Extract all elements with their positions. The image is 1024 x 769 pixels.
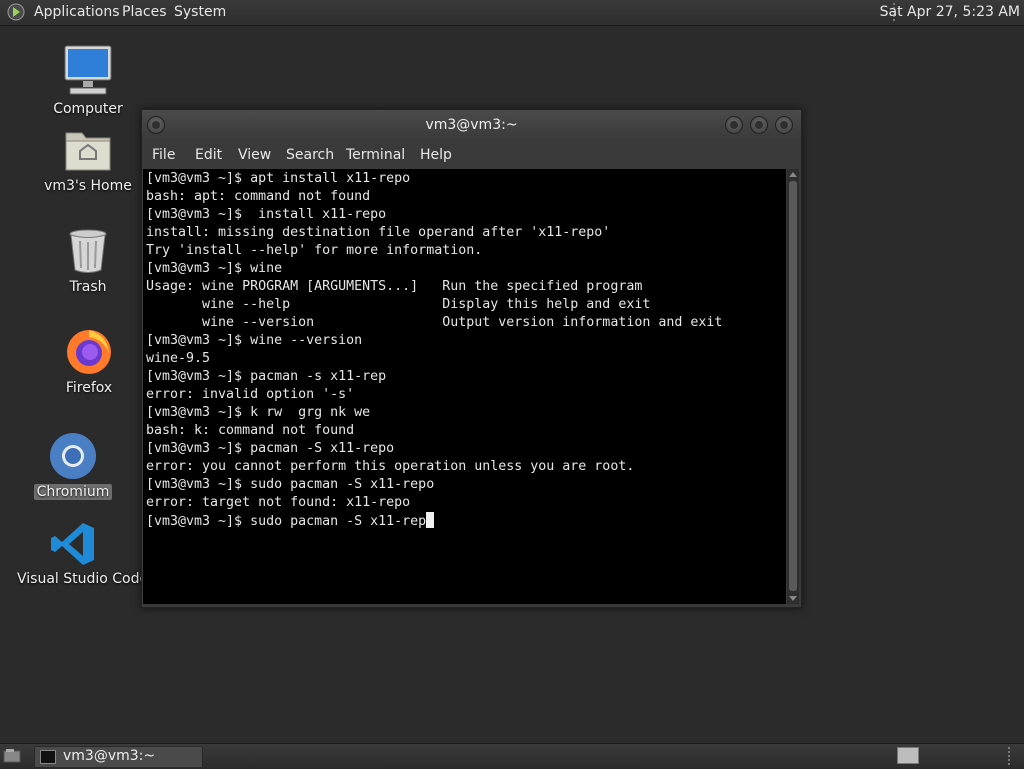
- scroll-up-arrow-icon[interactable]: [789, 172, 797, 177]
- menu-file[interactable]: File: [152, 147, 175, 163]
- terminal-scrollbar[interactable]: [787, 169, 799, 604]
- workspace-switcher[interactable]: [897, 747, 919, 764]
- terminal-line: [vm3@vm3 ~]$ sudo pacman -S x11-repo: [146, 477, 435, 492]
- desktop-icon-home[interactable]: vm3's Home: [28, 125, 148, 194]
- terminal-input-line[interactable]: [vm3@vm3 ~]$ sudo pacman -S x11-rep: [146, 514, 426, 529]
- close-button[interactable]: [775, 116, 793, 134]
- computer-icon: [64, 45, 112, 95]
- maximize-button[interactable]: [750, 116, 768, 134]
- terminal-line: error: you cannot perform this operation…: [146, 459, 635, 474]
- taskbar-terminal-button[interactable]: vm3@vm3:~: [34, 746, 203, 768]
- desktop-icon-label: Computer: [53, 101, 123, 117]
- desktop-icon-chromium[interactable]: Chromium: [13, 431, 133, 500]
- panel-handle: [1008, 747, 1013, 765]
- top-panel: Applications Places System Sat Apr 27, 5…: [0, 0, 1024, 26]
- terminal-lines: [vm3@vm3 ~]$ apt install x11-repo bash: …: [146, 171, 722, 510]
- menu-places[interactable]: Places: [122, 4, 167, 20]
- bottom-panel: vm3@vm3:~: [0, 743, 1024, 769]
- text-cursor: [426, 512, 435, 528]
- desktop-icon-computer[interactable]: Computer: [28, 44, 148, 117]
- terminal-line: bash: k: command not found: [146, 423, 355, 438]
- terminal-line: [vm3@vm3 ~]$ install x11-repo: [146, 207, 387, 222]
- menu-edit[interactable]: Edit: [195, 147, 222, 163]
- show-desktop-icon[interactable]: [3, 748, 21, 764]
- terminal-window[interactable]: vm3@vm3:~ File Edit View Search Terminal…: [141, 109, 802, 608]
- terminal-output[interactable]: [vm3@vm3 ~]$ apt install x11-repo bash: …: [143, 169, 786, 604]
- terminal-menubar: File Edit View Search Terminal Help: [142, 140, 801, 168]
- desktop-icon-label: Chromium: [33, 484, 113, 500]
- terminal-line: [vm3@vm3 ~]$ pacman -s x11-rep: [146, 369, 387, 384]
- terminal-line: Try 'install --help' for more informatio…: [146, 243, 483, 258]
- menu-search[interactable]: Search: [286, 147, 334, 163]
- vscode-icon: [51, 523, 94, 565]
- terminal-line: wine-9.5: [146, 351, 211, 366]
- chromium-icon: [50, 433, 96, 479]
- menu-applications[interactable]: Applications: [34, 4, 120, 20]
- desktop-icon-label: vm3's Home: [44, 178, 132, 194]
- window-titlebar[interactable]: vm3@vm3:~: [142, 110, 801, 140]
- applications-logo-icon[interactable]: [7, 3, 25, 21]
- desktop-icon-label: Firefox: [65, 380, 113, 396]
- terminal-line: wine --help Display this help and exit: [146, 297, 651, 312]
- firefox-icon: [67, 330, 111, 374]
- terminal-line: error: target not found: x11-repo: [146, 495, 411, 510]
- clock[interactable]: Sat Apr 27, 5:23 AM: [880, 4, 1020, 20]
- scrollbar-thumb[interactable]: [789, 181, 797, 591]
- terminal-text: [vm3@vm3 ~]$ apt install x11-repo bash: …: [146, 170, 722, 531]
- terminal-line: [vm3@vm3 ~]$ wine: [146, 261, 283, 276]
- terminal-line: [vm3@vm3 ~]$ k rw grg nk we: [146, 405, 371, 420]
- home-folder-icon: [65, 132, 111, 171]
- desktop-icon-label: Trash: [69, 279, 107, 295]
- taskbar-label: vm3@vm3:~: [63, 748, 156, 764]
- terminal-line: [vm3@vm3 ~]$ pacman -S x11-repo: [146, 441, 395, 456]
- desktop-icon-trash[interactable]: Trash: [28, 226, 148, 295]
- desktop-icon-firefox[interactable]: Firefox: [29, 325, 149, 396]
- terminal-icon: [40, 750, 56, 764]
- terminal-line: [vm3@vm3 ~]$ apt install x11-repo: [146, 171, 411, 186]
- terminal-line: error: invalid option '-s': [146, 387, 355, 402]
- menu-terminal[interactable]: Terminal: [346, 147, 405, 163]
- desktop-icon-vscode[interactable]: Visual Studio Code: [14, 520, 148, 587]
- trash-icon: [69, 229, 107, 273]
- desktop-icon-label: Visual Studio Code: [17, 571, 149, 587]
- terminal-line: [vm3@vm3 ~]$ wine --version: [146, 333, 363, 348]
- menu-view[interactable]: View: [238, 147, 271, 163]
- menu-system[interactable]: System: [174, 4, 226, 20]
- terminal-line: Usage: wine PROGRAM [ARGUMENTS...] Run t…: [146, 279, 643, 294]
- terminal-line: wine --version Output version informatio…: [146, 315, 723, 330]
- minimize-button[interactable]: [725, 116, 743, 134]
- scroll-down-arrow-icon[interactable]: [789, 596, 797, 601]
- terminal-line: install: missing destination file operan…: [146, 225, 611, 240]
- terminal-line: bash: apt: command not found: [146, 189, 371, 204]
- window-title: vm3@vm3:~: [425, 117, 518, 133]
- menu-help[interactable]: Help: [420, 147, 452, 163]
